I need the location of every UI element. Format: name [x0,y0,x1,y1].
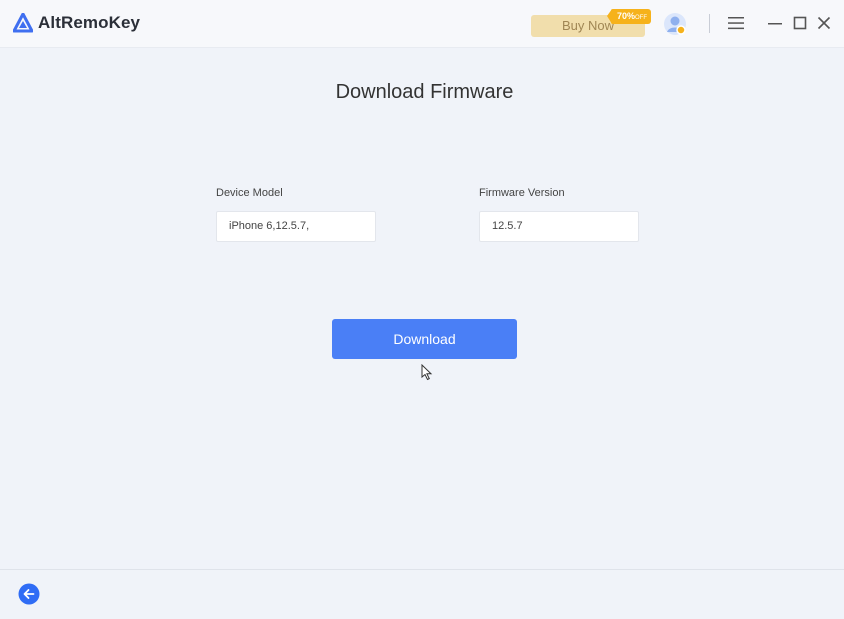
minimize-icon[interactable] [767,15,783,31]
maximize-icon[interactable] [792,15,808,31]
discount-badge-suffix: OFF [635,15,648,21]
firmware-version-field[interactable] [479,211,639,242]
discount-badge-value: 70% [617,11,636,21]
avatar-icon[interactable] [663,12,687,36]
altremokey-logo-icon [13,13,33,33]
back-arrow-icon[interactable] [18,583,40,605]
mouse-cursor-icon [421,364,433,381]
app-title: AltRemoKey [38,13,141,32]
menu-icon[interactable] [727,15,745,31]
header-divider [709,14,710,33]
device-model-label: Device Model [216,187,283,199]
device-model-field[interactable] [216,211,376,242]
download-button[interactable]: Download [332,319,517,359]
footer-bar [0,569,844,619]
discount-badge: 70%OFF [611,9,652,24]
close-icon[interactable] [816,15,832,31]
page-title: Download Firmware [335,81,514,103]
firmware-version-label: Firmware Version [479,187,565,199]
